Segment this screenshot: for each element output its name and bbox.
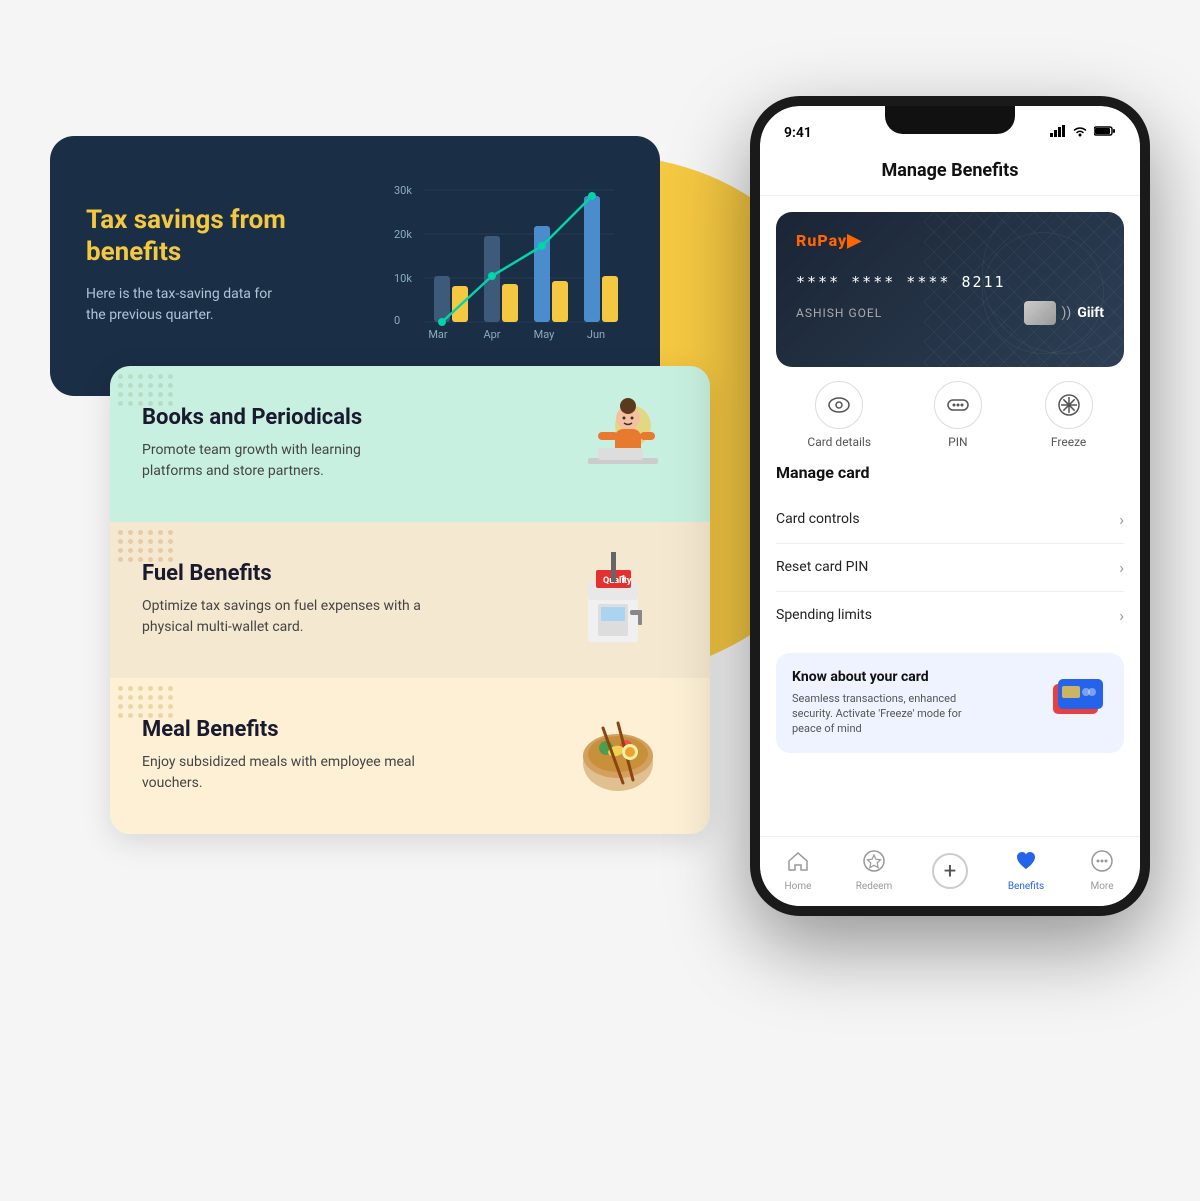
benefit-meal: Meal Benefits Enjoy subsidized meals wit… (110, 678, 710, 834)
nav-redeem-label: Redeem (856, 881, 892, 892)
nav-home-label: Home (785, 881, 812, 892)
svg-text:May: May (534, 328, 556, 341)
benefit-books-image (558, 394, 678, 494)
svg-text:30k: 30k (394, 184, 412, 197)
add-icon: + (932, 853, 968, 889)
menu-item-spending[interactable]: Spending limits › (776, 592, 1124, 639)
card-details-label: Card details (807, 435, 871, 449)
reset-pin-label: Reset card PIN (776, 559, 868, 575)
tax-card-title: Tax savings from benefits (86, 205, 306, 267)
card-brand: )) Giift (1024, 301, 1104, 325)
home-icon (787, 850, 809, 878)
phone-header-title: Manage Benefits (882, 160, 1019, 181)
card-controls-label: Card controls (776, 511, 860, 527)
redeem-icon (863, 850, 885, 878)
benefit-meal-text: Meal Benefits Enjoy subsidized meals wit… (142, 717, 422, 794)
tax-savings-card: Tax savings from benefits Here is the ta… (50, 136, 660, 396)
scene: Tax savings from benefits Here is the ta… (50, 76, 1150, 1126)
svg-text:Quality: Quality (603, 576, 632, 586)
spending-limits-label: Spending limits (776, 607, 872, 623)
quick-actions: Card details PIN (776, 381, 1124, 449)
dots-decor-2 (118, 530, 174, 562)
phone-content: RuPay▶ **** **** **** 8211 ASHISH GOEL )… (760, 196, 1140, 836)
benefit-fuel-title: Fuel Benefits (142, 561, 422, 586)
dots-decor-1 (118, 374, 174, 406)
svg-text:0: 0 (394, 314, 400, 327)
phone-mockup: 9:41 (750, 96, 1150, 916)
rupay-arrow: ▶ (847, 230, 862, 251)
pin-icon (934, 381, 982, 429)
nav-add[interactable]: + (920, 853, 980, 889)
benefit-books-text: Books and Periodicals Promote team growt… (142, 405, 422, 482)
know-card-title: Know about your card (792, 669, 972, 685)
svg-text:Mar: Mar (428, 328, 448, 341)
tax-card-text: Tax savings from benefits Here is the ta… (86, 205, 306, 325)
card-holder-name: ASHISH GOEL (796, 306, 882, 320)
card-details-action[interactable]: Card details (807, 381, 871, 449)
nav-redeem[interactable]: Redeem (844, 850, 904, 892)
battery-icon (1094, 125, 1116, 140)
menu-items: Card controls › Reset card PIN › Spendin… (776, 496, 1124, 639)
know-card-text: Know about your card Seamless transactio… (792, 669, 972, 737)
svg-text:1: 1 (620, 573, 626, 586)
benefit-books: Books and Periodicals Promote team growt… (110, 366, 710, 522)
manage-card-title: Manage card (776, 463, 1124, 482)
pin-label: PIN (948, 435, 967, 449)
rupay-text: RuPay (796, 231, 847, 250)
tax-chart: 30k 20k 10k 0 (394, 176, 624, 356)
tax-card-description: Here is the tax-saving data for the prev… (86, 284, 286, 326)
bank-card: RuPay▶ **** **** **** 8211 ASHISH GOEL )… (776, 212, 1124, 367)
menu-item-card-controls[interactable]: Card controls › (776, 496, 1124, 544)
svg-text:20k: 20k (394, 228, 412, 241)
nav-more[interactable]: More (1072, 850, 1132, 892)
wifi-icon (1072, 125, 1088, 140)
nav-benefits-label: Benefits (1008, 881, 1044, 892)
freeze-action[interactable]: Freeze (1045, 381, 1093, 449)
svg-text:Jun: Jun (587, 328, 605, 341)
card-chip (1024, 301, 1056, 325)
menu-item-reset-pin[interactable]: Reset card PIN › (776, 544, 1124, 592)
reset-pin-arrow: › (1119, 558, 1124, 577)
status-time: 9:41 (784, 125, 812, 141)
phone-notch (885, 106, 1015, 134)
svg-text:Apr: Apr (483, 328, 500, 341)
pin-action[interactable]: PIN (934, 381, 982, 449)
benefit-meal-title: Meal Benefits (142, 717, 422, 742)
nav-more-label: More (1090, 881, 1113, 892)
phone-screen: 9:41 (760, 106, 1140, 906)
benefit-meal-desc: Enjoy subsidized meals with employee mea… (142, 752, 422, 794)
nav-benefits[interactable]: Benefits (996, 850, 1056, 892)
card-controls-arrow: › (1119, 510, 1124, 529)
benefit-meal-image (558, 706, 678, 806)
know-card-image (1048, 676, 1108, 730)
freeze-icon (1045, 381, 1093, 429)
know-card-desc: Seamless transactions, enhanced security… (792, 691, 972, 737)
more-icon (1091, 850, 1113, 878)
svg-text:10k: 10k (394, 272, 412, 285)
benefit-books-desc: Promote team growth with learning platfo… (142, 440, 422, 482)
chart-svg: 30k 20k 10k 0 (394, 176, 624, 356)
dots-decor-3 (118, 686, 174, 718)
benefit-books-title: Books and Periodicals (142, 405, 422, 430)
nav-home[interactable]: Home (768, 850, 828, 892)
card-details-icon (815, 381, 863, 429)
benefit-fuel-image: Quality 1 (558, 550, 678, 650)
benefits-list: Books and Periodicals Promote team growt… (110, 366, 710, 834)
know-card[interactable]: Know about your card Seamless transactio… (776, 653, 1124, 753)
benefit-fuel-desc: Optimize tax savings on fuel expenses wi… (142, 596, 422, 638)
benefit-fuel-text: Fuel Benefits Optimize tax savings on fu… (142, 561, 422, 638)
spending-limits-arrow: › (1119, 606, 1124, 625)
benefits-icon (1015, 850, 1037, 878)
contactless-icon: )) (1062, 305, 1072, 321)
freeze-label: Freeze (1051, 435, 1086, 449)
phone-header: Manage Benefits (760, 150, 1140, 196)
benefit-fuel: Fuel Benefits Optimize tax savings on fu… (110, 522, 710, 678)
status-icons (1050, 125, 1116, 140)
bottom-nav: Home Redeem + (760, 836, 1140, 906)
signal-icon (1050, 125, 1066, 140)
